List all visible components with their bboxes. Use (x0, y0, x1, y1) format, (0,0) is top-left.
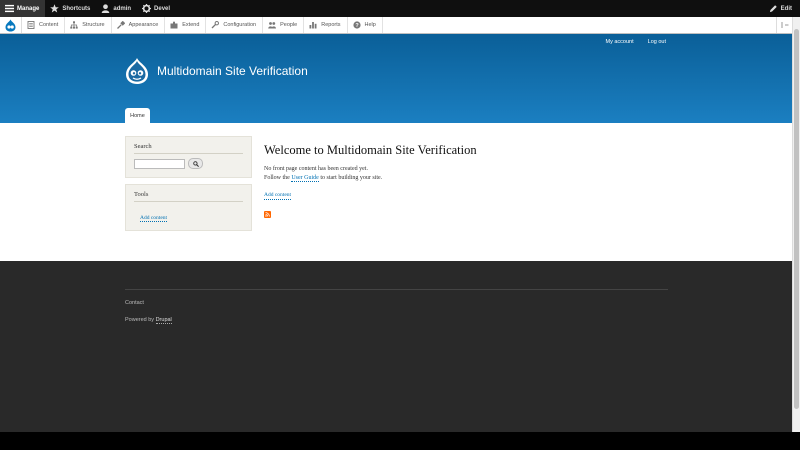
user-icon (102, 4, 110, 13)
manage-label: Manage (17, 5, 40, 12)
site-branding: Multidomain Site Verification (125, 57, 308, 85)
tray-item-content[interactable]: Content (22, 17, 66, 33)
powered-by-text: Powered by (125, 317, 156, 323)
user-guide-link[interactable]: User Guide (291, 175, 319, 182)
drupal-link[interactable]: Drupal (155, 317, 172, 324)
tray-item-people[interactable]: People (263, 17, 305, 33)
manage-tab[interactable]: Manage (0, 0, 46, 17)
tray-item-help[interactable]: ? Help (348, 17, 383, 33)
tools-add-content-link[interactable]: Add content (140, 215, 168, 222)
devel-tab[interactable]: Devel (137, 0, 176, 17)
tools-block-title: Tools (134, 191, 243, 202)
user-guide-suffix: to start building your site. (318, 175, 383, 181)
shortcuts-label: Shortcuts (62, 5, 91, 12)
extend-icon (170, 21, 178, 29)
menu-icon (5, 4, 14, 13)
tray-item-configuration[interactable]: Configuration (206, 17, 264, 33)
admin-tray: Content Structure Appearance Extend Conf… (0, 17, 792, 34)
footer-contact-link[interactable]: Contact (125, 300, 144, 306)
tray-item-reports[interactable]: Reports (304, 17, 348, 33)
footer-divider (125, 289, 668, 290)
orientation-icon (781, 22, 788, 28)
tab-home[interactable]: Home (125, 108, 150, 123)
content-icon (27, 21, 35, 29)
search-icon (192, 160, 199, 167)
star-icon (50, 4, 60, 13)
user-guide-text: Follow the User Guide to start building … (264, 174, 684, 183)
gear-icon (142, 4, 152, 13)
my-account-link[interactable]: My account (606, 39, 634, 45)
search-block: Search (125, 136, 252, 178)
tray-item-structure[interactable]: Structure (65, 17, 112, 33)
tray-item-label: Content (39, 22, 59, 28)
site-header: My account Log out Multidomain Site Veri… (0, 34, 792, 123)
search-block-title: Search (134, 143, 243, 154)
search-input[interactable] (134, 158, 185, 169)
help-icon: ? (352, 21, 361, 29)
search-button[interactable] (188, 158, 203, 169)
tray-item-label: Reports (321, 22, 341, 28)
reports-icon (309, 22, 317, 29)
appearance-icon (116, 21, 125, 29)
vertical-scrollbar[interactable] (792, 17, 800, 432)
tray-item-label: Extend (182, 22, 200, 28)
edit-label: Edit (780, 5, 792, 12)
user-label: admin (113, 5, 132, 12)
devel-label: Devel (154, 5, 171, 12)
drupal-drop-icon (5, 19, 16, 31)
secondary-menu: My account Log out (606, 39, 666, 45)
no-content-text: No front page content has been created y… (264, 166, 368, 172)
drupal-logo-icon[interactable] (125, 57, 149, 85)
sidebar: Search Tools Add content (125, 136, 252, 237)
people-icon (268, 22, 277, 29)
drupal-logo[interactable] (0, 17, 22, 33)
search-form (134, 158, 243, 169)
tray-item-label: Configuration (223, 22, 257, 28)
log-out-link[interactable]: Log out (648, 39, 666, 45)
tray-item-label: Structure (82, 22, 105, 28)
site-name[interactable]: Multidomain Site Verification (157, 64, 308, 78)
main-content: Welcome to Multidomain Site Verification… (264, 143, 684, 218)
user-tab[interactable]: admin (96, 0, 137, 17)
tray-item-label: Appearance (128, 22, 159, 28)
pencil-icon (769, 5, 777, 13)
tray-item-extend[interactable]: Extend (165, 17, 207, 33)
shortcuts-tab[interactable]: Shortcuts (45, 0, 96, 17)
tools-block: Tools Add content (125, 184, 252, 231)
rss-icon (265, 212, 270, 217)
tray-item-appearance[interactable]: Appearance (112, 17, 166, 33)
structure-icon (70, 21, 78, 29)
tray-item-label: People (280, 22, 298, 28)
main-region: Search Tools Add content Welcome to Mult… (0, 123, 792, 261)
user-guide-prefix: Follow the (264, 175, 292, 181)
page-title: Welcome to Multidomain Site Verification (264, 143, 477, 157)
tray-item-label: Help (364, 22, 376, 28)
edit-tab[interactable]: Edit (764, 0, 800, 17)
tray-orientation-toggle[interactable] (776, 17, 792, 33)
add-content-link[interactable]: Add content (264, 192, 292, 200)
rss-feed-icon[interactable] (264, 211, 271, 218)
page-viewport: Content Structure Appearance Extend Conf… (0, 17, 792, 432)
admin-toolbar: Manage Shortcuts admin Devel Edit (0, 0, 800, 17)
configuration-icon (211, 21, 220, 29)
site-footer: Contact Powered by Drupal (0, 261, 792, 432)
powered-by: Powered by Drupal (125, 317, 172, 324)
scrollbar-thumb[interactable] (794, 29, 799, 409)
